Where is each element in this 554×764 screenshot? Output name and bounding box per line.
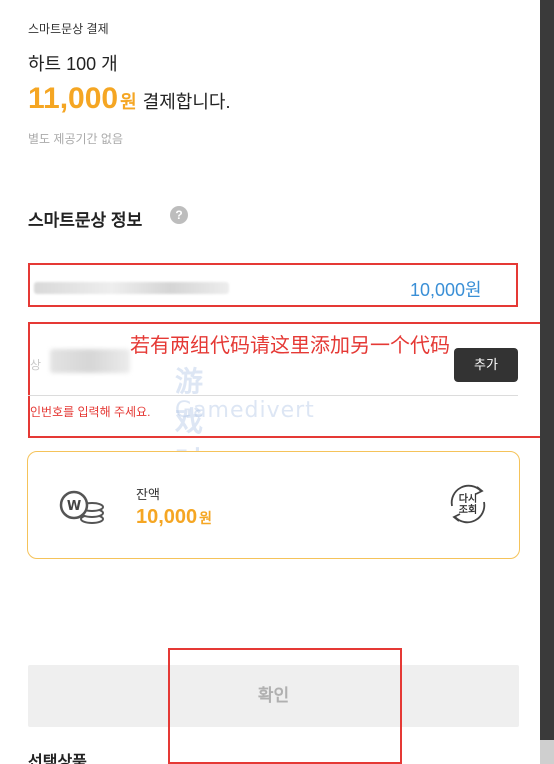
product-name: 하트 100 개 — [28, 54, 118, 74]
coins-icon: W — [59, 490, 104, 524]
amount-value: 10,000원 — [410, 280, 482, 300]
price-suffix: 결제합니다. — [142, 92, 231, 112]
blurred-input — [50, 349, 130, 373]
code-input-field[interactable] — [28, 395, 518, 396]
balance-label: 잔액 — [136, 487, 160, 502]
payment-panel: 스마트문상 결제 하트 100 개 11,000 원 결제합니다. 별도 제공기간 … — [0, 0, 540, 764]
price-amount: 11,000 — [28, 82, 119, 115]
help-icon[interactable]: ? — [170, 206, 188, 224]
price-unit: 원 — [120, 92, 137, 112]
confirm-highlight — [168, 648, 402, 764]
refresh-label-top: 다시 — [459, 492, 477, 505]
code-input-placeholder: 상 — [30, 358, 42, 372]
error-message: 인번호를 입력해 주세요. — [30, 405, 151, 419]
section-title: 스마트문상 정보 — [28, 211, 143, 230]
background-overlay — [540, 0, 554, 764]
refresh-label-bottom: 조회 — [459, 503, 477, 516]
svg-text:W: W — [67, 499, 81, 514]
price-line: 11,000 원 결제합니다. — [28, 82, 230, 116]
balance-value: 10,000 원 — [136, 506, 212, 529]
balance-amount: 10,000 — [136, 506, 198, 528]
bottom-section-title: 선택상품 — [28, 754, 87, 764]
add-button[interactable]: 추가 — [454, 348, 518, 382]
background-bottom — [540, 740, 554, 764]
period-notice: 별도 제공기간 없음 — [28, 132, 123, 146]
header-label: 스마트문상 결제 — [28, 22, 109, 36]
blurred-code — [34, 282, 229, 294]
balance-unit: 원 — [199, 510, 213, 526]
refresh-icon[interactable]: 다시 조회 — [443, 479, 493, 529]
annotation-text: 若有两组代码请这里添加另一个代码 — [130, 335, 450, 357]
